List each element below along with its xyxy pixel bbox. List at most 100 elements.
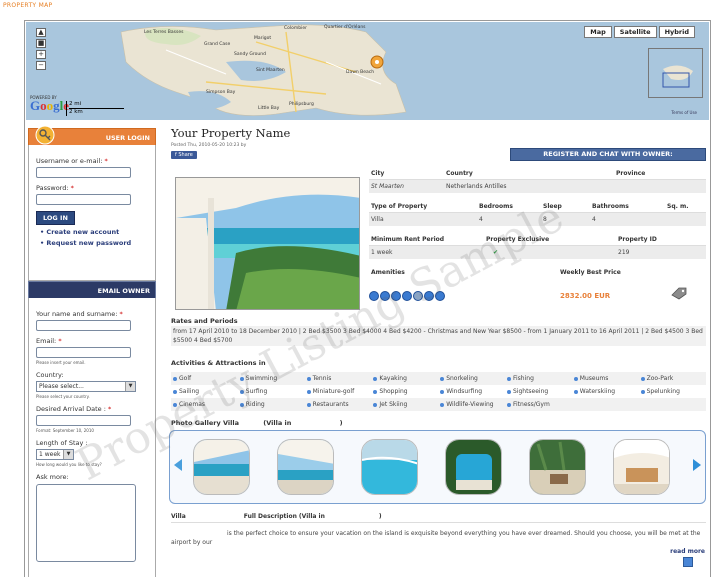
create-account-link[interactable]: • Create new account <box>36 228 148 236</box>
country-hint: Please select your country. <box>36 394 90 399</box>
weekly-price-label: Weekly Best Price <box>560 269 621 276</box>
gallery-title: Photo Gallery Villa (Villa in ) <box>171 419 343 427</box>
chevron-down-icon[interactable]: ▼ <box>63 450 73 459</box>
terms-of-use-link[interactable]: Terms of Use <box>671 110 697 115</box>
description-text: is the perfect choice to ensure your vac… <box>171 530 701 546</box>
name-input[interactable] <box>36 320 131 331</box>
gallery-thumb[interactable] <box>529 439 586 495</box>
info-row-values: St Maarten Netherlands Antilles <box>369 180 706 193</box>
amenities-label: Amenities <box>371 269 405 276</box>
map-scale: 2 mi 2 km <box>66 101 124 116</box>
gallery-thumb[interactable] <box>277 439 334 495</box>
activities-title: Activities & Attractions in <box>171 359 266 367</box>
email-hint: Please insert your email. <box>36 360 86 365</box>
gallery-next-arrow-icon[interactable] <box>693 459 701 471</box>
username-input[interactable] <box>36 167 131 178</box>
weekly-price-value: 2832.00 EUR <box>560 292 611 300</box>
activity-item: Waterskiing <box>572 385 639 398</box>
bedrooms-label: Bedrooms <box>479 203 513 210</box>
map-place: Colombier <box>284 26 308 31</box>
password-input[interactable] <box>36 194 131 205</box>
country-select[interactable]: Please select... ▼ <box>36 381 136 392</box>
property-info-table: City Country Province St Maarten Netherl… <box>369 167 706 279</box>
activity-item: Fitness/Gym <box>505 398 572 411</box>
map-overview-inset[interactable] <box>648 48 703 98</box>
activity-item: Swimming <box>238 372 305 385</box>
info-row-values: 1 week ✔ 219 <box>369 246 706 259</box>
activity-item: Fishing <box>505 372 572 385</box>
key-icon <box>35 125 55 145</box>
city-value: St Maarten <box>371 183 404 190</box>
amenity-wifi-icon[interactable] <box>380 291 390 301</box>
activity-item: Restaurants <box>305 398 372 411</box>
amenity-ac-icon[interactable] <box>391 291 401 301</box>
amenity-pool-icon[interactable] <box>369 291 379 301</box>
desc-full-label: Full Description (Villa in <box>243 513 325 520</box>
city-label: City <box>371 170 385 177</box>
password-label: Password: * <box>36 184 74 192</box>
description-header: Villa Full Description (Villa in ) <box>171 513 706 523</box>
activities-row: Sailing Surfing Miniature-golf Shopping … <box>171 385 706 398</box>
arrival-date-input[interactable] <box>36 415 131 426</box>
map-type-map[interactable]: Map <box>584 26 612 38</box>
exclusive-label: Property Exclusive <box>486 236 550 243</box>
info-row-header: City Country Province <box>369 167 706 180</box>
read-more-link[interactable]: read more <box>670 548 705 567</box>
amenity-parking-icon[interactable] <box>413 291 423 301</box>
email-owner-header: EMAIL OWNER <box>28 281 156 298</box>
info-row-header: Minimum Rent Period Property Exclusive P… <box>369 233 706 246</box>
property-main-photo[interactable] <box>175 177 360 310</box>
price-tag-icon <box>671 287 687 300</box>
country-label: Country: <box>36 371 64 379</box>
gallery-thumb[interactable] <box>361 439 418 495</box>
map-type-control[interactable]: Map Satellite Hybrid <box>582 26 695 38</box>
gallery-thumb[interactable] <box>613 439 670 495</box>
email-input[interactable] <box>36 347 131 358</box>
zoom-out-icon[interactable]: − <box>36 61 46 70</box>
read-more-arrow-icon[interactable] <box>682 557 693 567</box>
name-label: Your name and surname: * <box>36 310 123 318</box>
desc-villa-label: Villa <box>171 513 186 520</box>
activity-item: Zoo-Park <box>639 372 706 385</box>
info-row-header: Type of Property Bedrooms Sleep Bathroom… <box>369 200 706 213</box>
request-password-link[interactable]: • Request new password <box>36 239 148 247</box>
map-place: Sandy Ground <box>234 52 266 57</box>
stay-select[interactable]: 1 week ▼ <box>36 449 74 460</box>
user-login-form: Username or e-mail: * Password: * LOG IN… <box>28 145 156 281</box>
scale-miles: 2 mi <box>69 101 124 109</box>
bathrooms-label: Bathrooms <box>592 203 629 210</box>
rates-title: Rates and Periods <box>171 317 238 325</box>
activity-item: Shopping <box>371 385 438 398</box>
amenity-laundry-icon[interactable] <box>435 291 445 301</box>
facebook-share-button[interactable]: f Share <box>171 151 197 159</box>
property-main: Your Property Name Posted Thu, 2010-05-2… <box>166 122 706 567</box>
login-button[interactable]: LOG IN <box>36 211 75 225</box>
activity-item: Riding <box>238 398 305 411</box>
province-label: Province <box>616 170 646 177</box>
amenity-tv-icon[interactable] <box>402 291 412 301</box>
map-type-satellite[interactable]: Satellite <box>613 26 657 38</box>
map-pan-zoom-control[interactable]: ▲ ■ + − <box>34 26 48 72</box>
activity-item: Windsurfing <box>438 385 505 398</box>
google-logo[interactable]: Google <box>30 98 69 114</box>
map-place: Marigot <box>254 36 272 41</box>
chevron-down-icon[interactable]: ▼ <box>125 382 135 391</box>
property-map[interactable]: Colombier Quartier d'Orléans Marigot San… <box>26 22 709 120</box>
gallery-prev-arrow-icon[interactable] <box>174 459 182 471</box>
gallery-thumb[interactable] <box>445 439 502 495</box>
activity-item: Sailing <box>171 385 238 398</box>
pan-up-icon[interactable]: ▲ <box>36 28 46 37</box>
min-rent-value: 1 week <box>371 249 393 256</box>
activity-item: Cinemas <box>171 398 238 411</box>
ask-more-textarea[interactable] <box>36 484 136 562</box>
gallery-thumb[interactable] <box>193 439 250 495</box>
map-type-hybrid[interactable]: Hybrid <box>658 26 695 38</box>
zoom-in-icon[interactable]: + <box>36 50 46 59</box>
amenity-kitchen-icon[interactable] <box>424 291 434 301</box>
page-title: Your Property Name <box>171 126 291 140</box>
pan-center-icon[interactable]: ■ <box>36 39 46 48</box>
type-label: Type of Property <box>371 203 428 210</box>
email-label: Email: * <box>36 337 62 345</box>
register-chat-button[interactable]: REGISTER AND CHAT WITH OWNER: <box>510 148 706 161</box>
activity-item: Jet Skiing <box>371 398 438 411</box>
